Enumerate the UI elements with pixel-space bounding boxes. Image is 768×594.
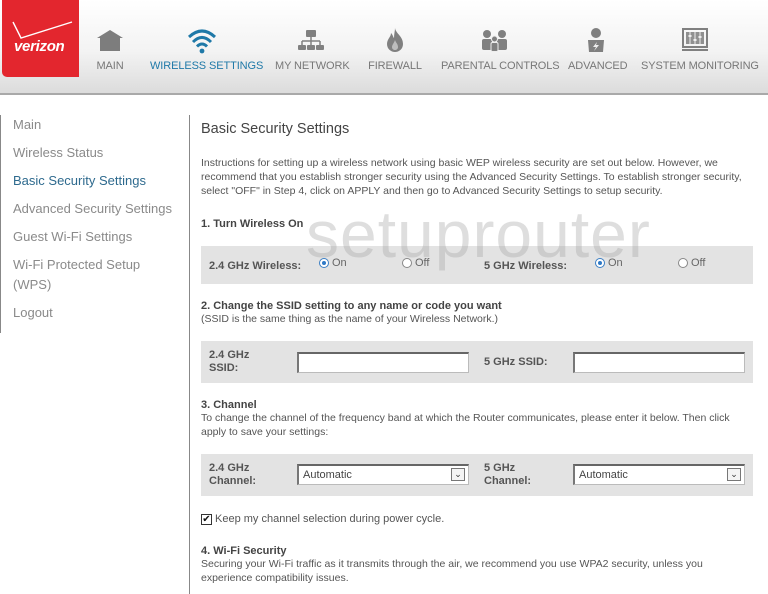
sidebar-item-basic-security-settings[interactable]: Basic Security Settings (13, 171, 146, 191)
label-line: 2.4 GHz (209, 462, 250, 474)
step1-heading: 1. Turn Wireless On (201, 218, 304, 230)
channel-5-select[interactable]: Automatic ⌄ (573, 464, 745, 485)
label-line: 5 GHz (484, 462, 516, 474)
family-icon (482, 30, 507, 52)
network-icon (298, 30, 324, 50)
wireless-5-on-radio[interactable]: On (595, 257, 623, 269)
ssid-24-input[interactable] (297, 352, 469, 373)
channel-5-label: 5 GHz Channel: (484, 462, 531, 488)
chevron-down-icon[interactable]: ⌄ (451, 468, 465, 481)
channel-24-select[interactable]: Automatic ⌄ (297, 464, 469, 485)
keep-channel-label: Keep my channel selection during power c… (215, 513, 445, 525)
nav-label: MAIN (96, 60, 124, 72)
sidebar-item-wps-suffix[interactable]: (WPS) (13, 275, 51, 295)
intro-text: Instructions for setting up a wireless n… (201, 157, 742, 197)
nav-parental-controls[interactable]: PARENTAL CONTROLS (441, 26, 560, 76)
nav-advanced[interactable]: ADVANCED (568, 26, 628, 76)
ssid-5-label: 5 GHz SSID: (484, 356, 548, 368)
ssid-5-input[interactable] (573, 352, 745, 373)
nav-label: FIREWALL (368, 60, 422, 72)
sidebar-item-wireless-status[interactable]: Wireless Status (13, 143, 103, 163)
flame-icon (387, 28, 403, 52)
advanced-user-icon (588, 28, 604, 52)
keep-channel-checkbox[interactable]: ✔ (201, 513, 212, 525)
top-header: verizon MAIN WIRELESS SETTINGS MY NETWOR… (0, 0, 768, 95)
label-line: Channel: (484, 475, 532, 487)
radio-dot[interactable] (595, 258, 605, 268)
wireless-24-on-radio[interactable]: On (319, 257, 347, 269)
radio-label: Off (691, 257, 706, 269)
nav-label: PARENTAL CONTROLS (441, 60, 560, 72)
sidebar-item-main[interactable]: Main (13, 115, 41, 135)
wireless-5-off-radio[interactable]: Off (678, 257, 705, 269)
select-value: Automatic (579, 469, 628, 481)
chevron-down-icon[interactable]: ⌄ (727, 468, 741, 481)
nav-firewall[interactable]: FIREWALL (368, 26, 422, 76)
home-icon (97, 30, 123, 51)
verizon-logo[interactable]: verizon (2, 0, 79, 77)
radio-dot[interactable] (319, 258, 329, 268)
wireless-toggle-band: 2.4 GHz Wireless: On Off 5 GHz Wireless:… (201, 246, 753, 284)
label-line: SSID: (209, 362, 239, 374)
radio-dot[interactable] (402, 258, 412, 268)
sidebar-item-logout[interactable]: Logout (13, 303, 53, 323)
step3-heading: 3. Channel (201, 399, 257, 411)
label-line: 2.4 GHz (209, 349, 250, 361)
sidebar-item-guest-wifi-settings[interactable]: Guest Wi-Fi Settings (13, 227, 132, 247)
ssid-24-label: 2.4 GHz SSID: (209, 349, 249, 375)
radio-dot[interactable] (678, 258, 688, 268)
keep-channel-option[interactable]: ✔ Keep my channel selection during power… (201, 513, 444, 525)
step4-heading: 4. Wi-Fi Security (201, 545, 287, 557)
step4-description: Securing your Wi-Fi traffic as it transm… (201, 558, 703, 584)
step2-description: (SSID is the same thing as the name of y… (201, 313, 499, 325)
sidebar-divider (189, 115, 190, 594)
monitor-icon (682, 28, 708, 51)
nav-label: ADVANCED (568, 60, 628, 72)
sidebar-item-wps[interactable]: Wi-Fi Protected Setup (13, 255, 140, 275)
nav-wireless-settings[interactable]: WIRELESS SETTINGS (150, 26, 264, 76)
sidebar: Main Wireless Status Basic Security Sett… (0, 115, 190, 333)
wireless-24-off-radio[interactable]: Off (402, 257, 429, 269)
wifi-icon (187, 29, 216, 54)
step3-description: To change the channel of the frequency b… (201, 412, 730, 438)
sidebar-item-advanced-security-settings[interactable]: Advanced Security Settings (13, 199, 172, 219)
nav-label: SYSTEM MONITORING (641, 60, 759, 72)
wireless-5-label: 5 GHz Wireless: (484, 260, 568, 272)
select-value: Automatic (303, 469, 352, 481)
channel-band: 2.4 GHz Channel: Automatic ⌄ 5 GHz Chann… (201, 454, 753, 496)
nav-system-monitoring[interactable]: SYSTEM MONITORING (641, 26, 759, 76)
radio-label: Off (415, 257, 430, 269)
page-title: Basic Security Settings (201, 121, 350, 137)
ssid-band: 2.4 GHz SSID: 5 GHz SSID: (201, 341, 753, 383)
nav-main[interactable]: MAIN (92, 26, 128, 76)
logo-text: verizon (14, 38, 65, 55)
label-line: Channel: (209, 475, 257, 487)
nav-label: WIRELESS SETTINGS (150, 60, 264, 72)
radio-label: On (332, 257, 347, 269)
nav-my-network[interactable]: MY NETWORK (275, 26, 350, 76)
channel-24-label: 2.4 GHz Channel: (209, 462, 256, 488)
nav-label: MY NETWORK (275, 60, 350, 72)
wireless-24-label: 2.4 GHz Wireless: (209, 260, 302, 272)
radio-label: On (608, 257, 623, 269)
step2-heading: 2. Change the SSID setting to any name o… (201, 300, 502, 312)
